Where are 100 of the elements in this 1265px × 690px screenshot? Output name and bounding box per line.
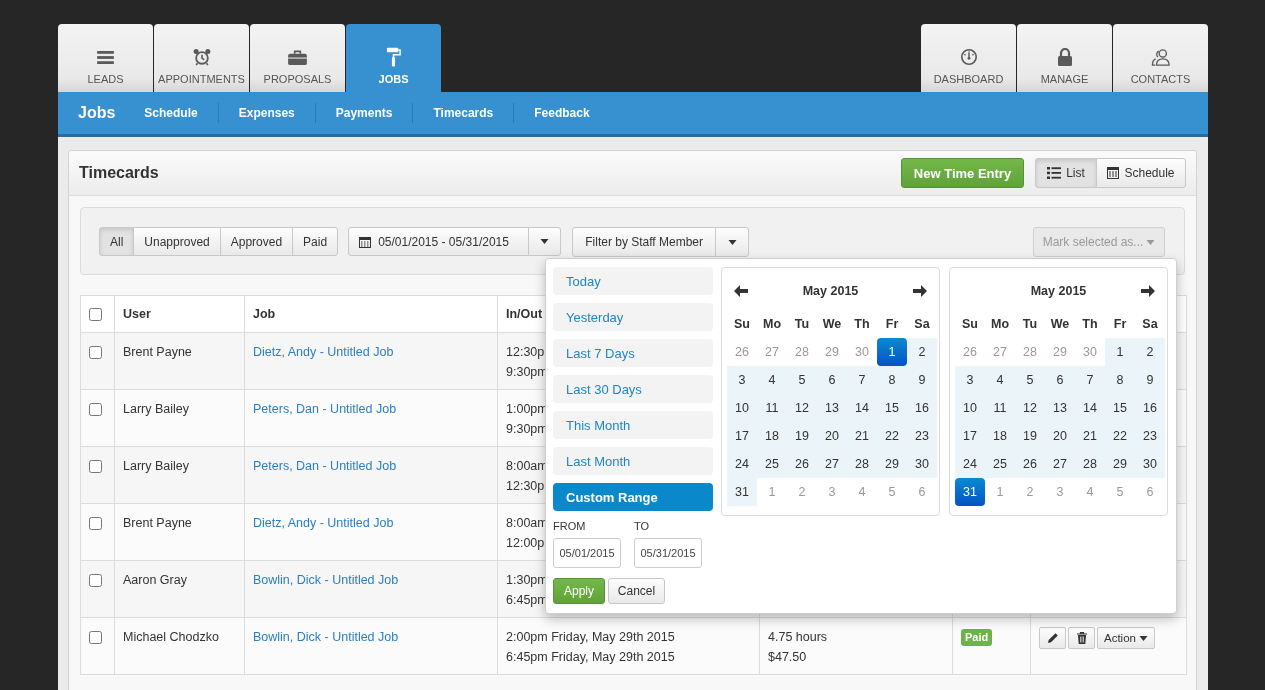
- calendar-day[interactable]: 2: [907, 338, 937, 366]
- row-checkbox[interactable]: [89, 631, 102, 644]
- nav-tab[interactable]: PROPOSALS: [250, 24, 345, 92]
- calendar-day[interactable]: 24: [955, 450, 985, 478]
- calendar-day[interactable]: 10: [955, 394, 985, 422]
- job-link[interactable]: Dietz, Andy - Untitled Job: [253, 345, 394, 359]
- calendar-day[interactable]: 6: [1045, 366, 1075, 394]
- calendar-day[interactable]: 14: [1075, 394, 1105, 422]
- range-option[interactable]: Yesterday: [553, 303, 713, 331]
- calendar-day[interactable]: 7: [847, 366, 877, 394]
- calendar-day[interactable]: 27: [1045, 450, 1075, 478]
- row-checkbox[interactable]: [89, 346, 102, 359]
- row-checkbox[interactable]: [89, 574, 102, 587]
- calendar-day[interactable]: 6: [817, 366, 847, 394]
- calendar-day[interactable]: 29: [877, 450, 907, 478]
- calendar-day[interactable]: 4: [985, 366, 1015, 394]
- nav-tab[interactable]: CONTACTS: [1113, 24, 1208, 92]
- action-button[interactable]: Action: [1097, 627, 1155, 649]
- calendar-day[interactable]: 9: [907, 366, 937, 394]
- calendar-day[interactable]: 3: [955, 366, 985, 394]
- job-link[interactable]: Peters, Dan - Untitled Job: [253, 459, 397, 473]
- job-link[interactable]: Bowlin, Dick - Untitled Job: [253, 630, 399, 644]
- calendar-day[interactable]: 29: [1105, 450, 1135, 478]
- right-arrow-icon[interactable]: [1141, 285, 1155, 297]
- range-option[interactable]: This Month: [553, 411, 713, 439]
- range-option[interactable]: Last 30 Days: [553, 375, 713, 403]
- row-checkbox[interactable]: [89, 403, 102, 416]
- calendar-day[interactable]: 11: [985, 394, 1015, 422]
- staff-filter-button[interactable]: Filter by Staff Member: [572, 227, 717, 257]
- calendar-day[interactable]: 22: [877, 422, 907, 450]
- calendar-day[interactable]: 11: [757, 394, 787, 422]
- calendar-day[interactable]: 24: [727, 450, 757, 478]
- calendar-day[interactable]: 13: [817, 394, 847, 422]
- calendar-day[interactable]: 5: [787, 366, 817, 394]
- calendar-day[interactable]: 19: [1015, 422, 1045, 450]
- date-range-toggle[interactable]: [528, 227, 562, 256]
- row-checkbox[interactable]: [89, 460, 102, 473]
- calendar-day[interactable]: 2: [1135, 338, 1165, 366]
- delete-button[interactable]: [1068, 627, 1095, 649]
- calendar-day[interactable]: 30: [907, 450, 937, 478]
- nav-tab[interactable]: APPOINTMENTS: [154, 24, 249, 92]
- calendar-day[interactable]: 20: [817, 422, 847, 450]
- select-all-checkbox[interactable]: [89, 307, 102, 321]
- calendar-day[interactable]: 25: [757, 450, 787, 478]
- calendar-day[interactable]: 30: [1135, 450, 1165, 478]
- calendar-day[interactable]: 13: [1045, 394, 1075, 422]
- range-option[interactable]: Last Month: [553, 447, 713, 475]
- calendar-day[interactable]: 26: [1015, 450, 1045, 478]
- calendar-day[interactable]: 27: [817, 450, 847, 478]
- calendar-day[interactable]: 10: [727, 394, 757, 422]
- calendar-day[interactable]: 17: [727, 422, 757, 450]
- range-option[interactable]: Custom Range: [553, 483, 713, 511]
- calendar-day[interactable]: 19: [787, 422, 817, 450]
- range-option[interactable]: Today: [553, 267, 713, 295]
- calendar-day[interactable]: 1: [1105, 338, 1135, 366]
- edit-button[interactable]: [1039, 627, 1066, 649]
- calendar-day[interactable]: 7: [1075, 366, 1105, 394]
- calendar-day[interactable]: 16: [1135, 394, 1165, 422]
- status-filter[interactable]: Approved: [219, 227, 294, 256]
- calendar-day[interactable]: 26: [787, 450, 817, 478]
- nav-tab[interactable]: DASHBOARD: [921, 24, 1016, 92]
- status-filter[interactable]: Unapproved: [133, 227, 221, 256]
- calendar-day[interactable]: 25: [985, 450, 1015, 478]
- calendar-day[interactable]: 23: [907, 422, 937, 450]
- calendar-day[interactable]: 17: [955, 422, 985, 450]
- calendar-day[interactable]: 4: [757, 366, 787, 394]
- calendar-day[interactable]: 28: [847, 450, 877, 478]
- calendar-day[interactable]: 14: [847, 394, 877, 422]
- job-link[interactable]: Dietz, Andy - Untitled Job: [253, 516, 394, 530]
- status-filter[interactable]: Paid: [292, 227, 339, 256]
- calendar-day[interactable]: 5: [1015, 366, 1045, 394]
- calendar-day[interactable]: 9: [1135, 366, 1165, 394]
- nav-tab[interactable]: LEADS: [58, 24, 153, 92]
- calendar-day[interactable]: 12: [787, 394, 817, 422]
- calendar-day[interactable]: 15: [1105, 394, 1135, 422]
- calendar-day[interactable]: 31: [727, 478, 757, 506]
- calendar-day[interactable]: 8: [1105, 366, 1135, 394]
- calendar-day[interactable]: 22: [1105, 422, 1135, 450]
- status-filter[interactable]: All: [99, 227, 135, 256]
- left-arrow-icon[interactable]: [734, 285, 748, 297]
- calendar-day[interactable]: 28: [1075, 450, 1105, 478]
- calendar-day[interactable]: 20: [1045, 422, 1075, 450]
- cancel-button[interactable]: Cancel: [608, 578, 665, 604]
- calendar-day[interactable]: 3: [727, 366, 757, 394]
- row-checkbox[interactable]: [89, 517, 102, 530]
- to-date-field[interactable]: 05/31/2015: [634, 538, 702, 568]
- from-date-field[interactable]: 05/01/2015: [553, 538, 621, 568]
- job-link[interactable]: Peters, Dan - Untitled Job: [253, 402, 397, 416]
- range-option[interactable]: Last 7 Days: [553, 339, 713, 367]
- right-arrow-icon[interactable]: [913, 285, 927, 297]
- calendar-day[interactable]: 21: [1075, 422, 1105, 450]
- calendar-day[interactable]: 15: [877, 394, 907, 422]
- staff-filter-toggle[interactable]: [715, 227, 750, 257]
- calendar-day[interactable]: 31: [955, 478, 985, 506]
- calendar-day[interactable]: 18: [985, 422, 1015, 450]
- job-link[interactable]: Bowlin, Dick - Untitled Job: [253, 573, 399, 587]
- calendar-day[interactable]: 12: [1015, 394, 1045, 422]
- calendar-day[interactable]: 21: [847, 422, 877, 450]
- calendar-day[interactable]: 23: [1135, 422, 1165, 450]
- calendar-day[interactable]: 1: [877, 338, 907, 366]
